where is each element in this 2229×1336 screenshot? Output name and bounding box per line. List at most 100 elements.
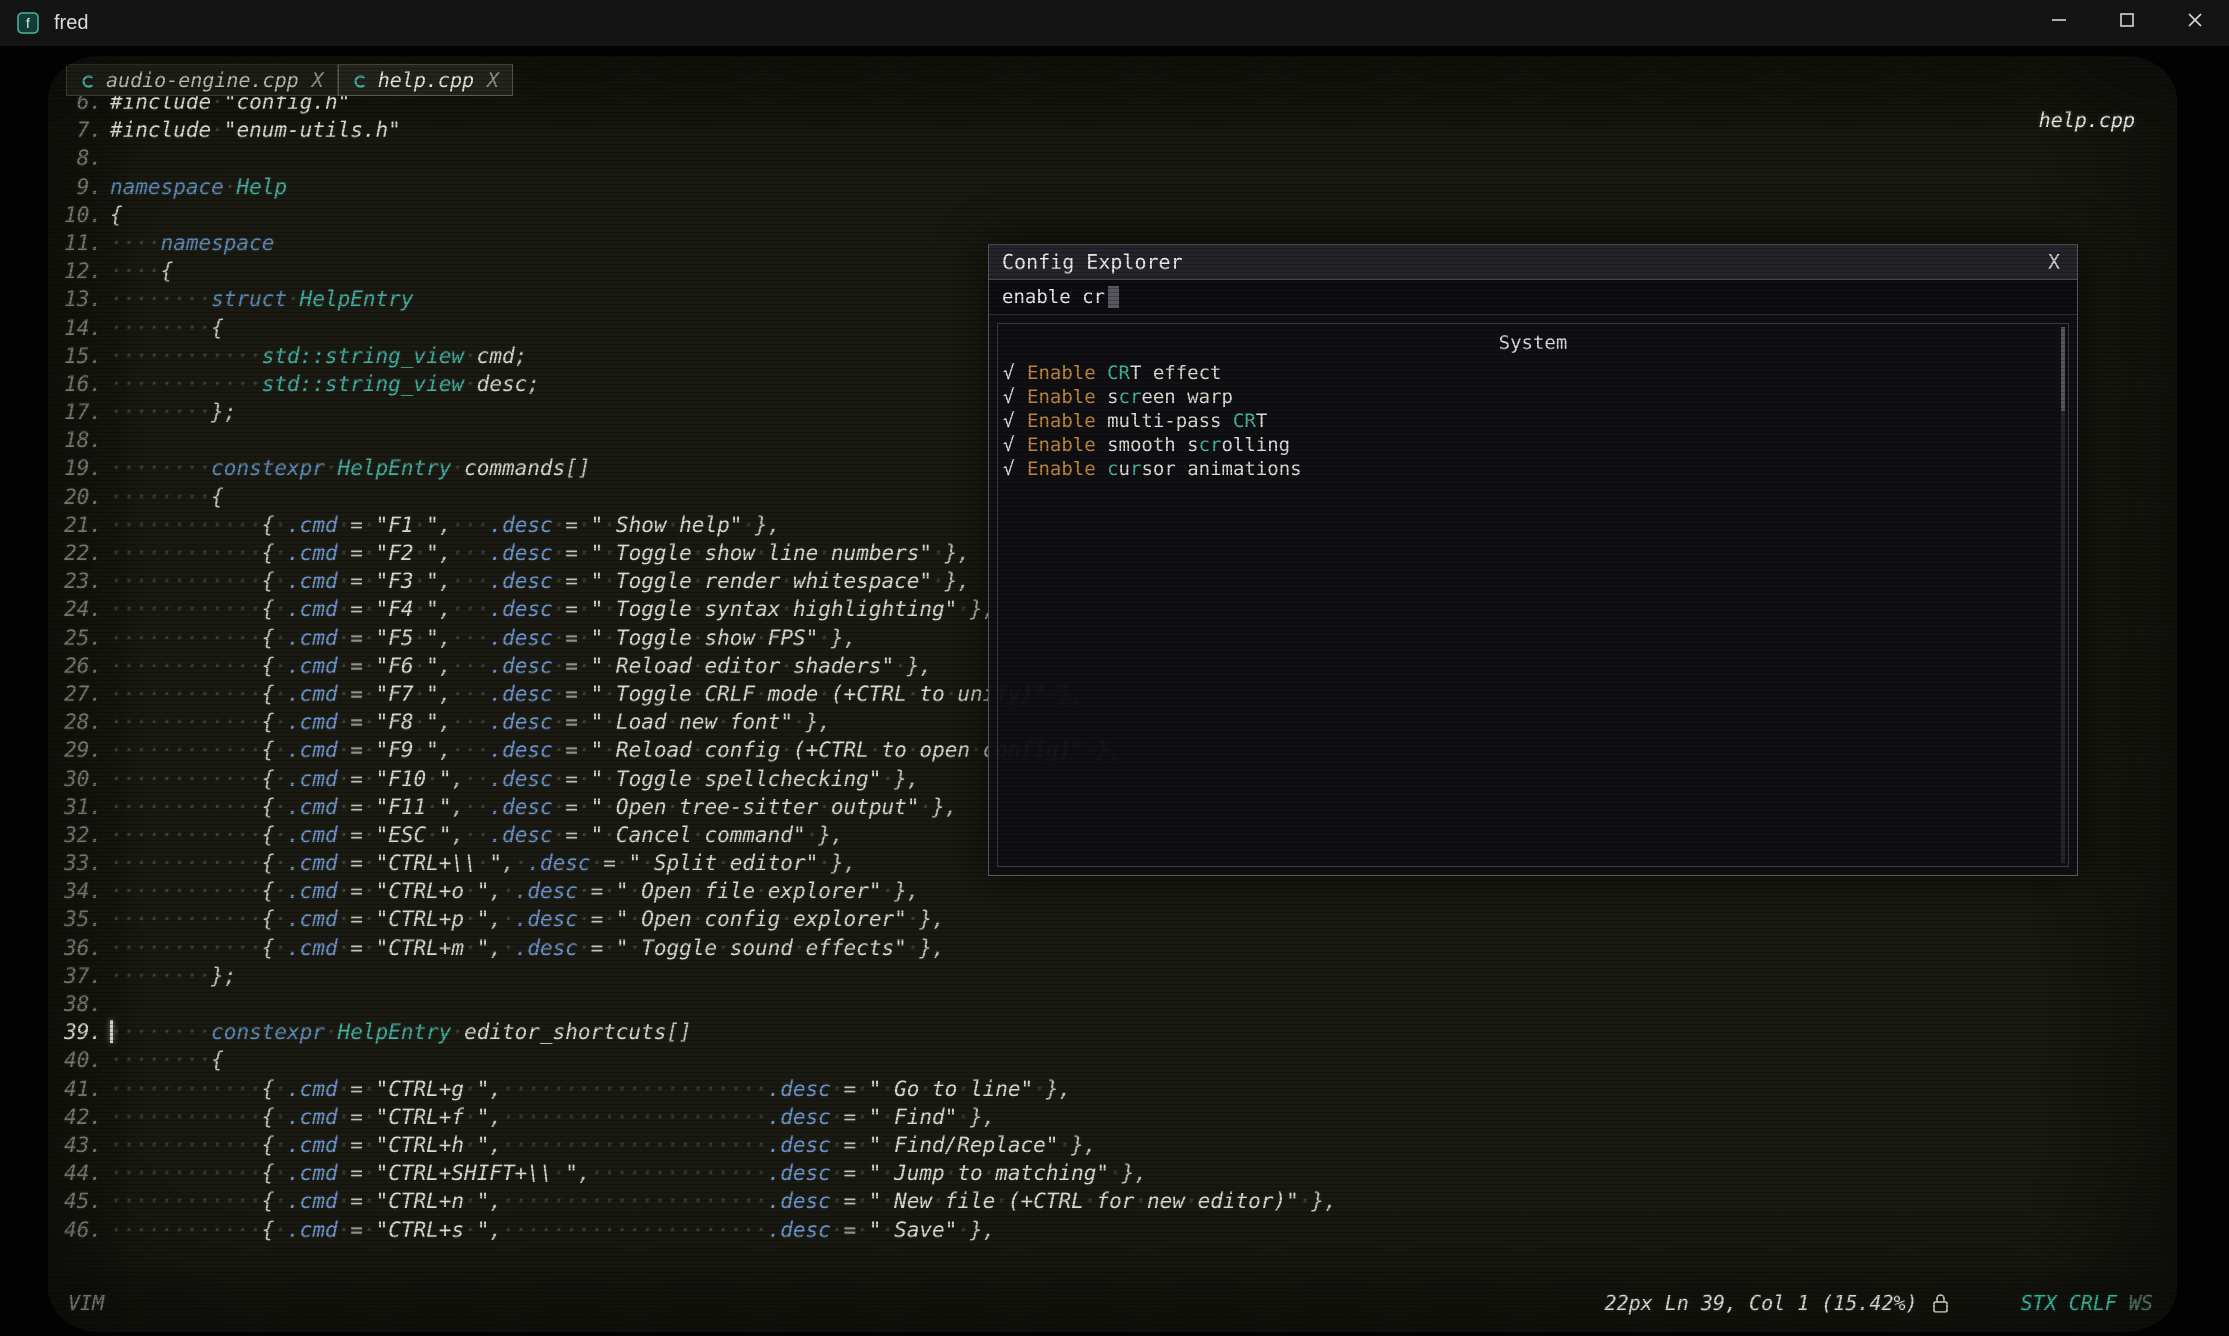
code-text: ········{: [110, 1046, 224, 1074]
code-text: ············{·.cmd·=·"CTRL+s·",·········…: [110, 1216, 995, 1244]
checkbox-checked-icon: √: [1003, 386, 1027, 408]
line-number: 20.: [58, 483, 102, 511]
code-text: ············{·.cmd·=·"CTRL+m·",·.desc·=·…: [110, 934, 945, 962]
window-title: fred: [54, 12, 88, 35]
code-line-36[interactable]: 36.············{·.cmd·=·"CTRL+m·",·.desc…: [58, 934, 1337, 962]
svg-text:f: f: [26, 15, 30, 31]
tab-audio-engine-cpp[interactable]: audio-engine.cpp X: [66, 64, 338, 96]
code-line-41[interactable]: 41.············{·.cmd·=·"CTRL+g·",······…: [58, 1075, 1337, 1103]
code-text: ············{·.cmd·=·"F9·",···.desc·=·"·…: [110, 736, 1122, 764]
code-line-10[interactable]: 10.{: [58, 201, 1337, 229]
code-line-7[interactable]: 7.#include·"enum-utils.h": [58, 116, 1337, 144]
checkbox-checked-icon: √: [1003, 434, 1027, 456]
tab-label: help.cpp: [378, 68, 474, 92]
line-number: 38.: [58, 990, 102, 1018]
line-number: 10.: [58, 201, 102, 229]
config-scrollbar[interactable]: [2061, 327, 2065, 863]
line-number: 16.: [58, 370, 102, 398]
code-line-40[interactable]: 40. ········{: [58, 1046, 1337, 1074]
code-text: ············{·.cmd·=·"F3·",···.desc·=·"·…: [110, 567, 970, 595]
line-number: 28.: [58, 708, 102, 736]
line-number: 35.: [58, 905, 102, 933]
config-item-list: √Enable CRT effect√Enable screen warp√En…: [998, 361, 2068, 481]
config-explorer-panel: Config Explorer X enable cr System √Enab…: [988, 244, 2078, 876]
editor-screen: 6.#include·"config.h"7.#include·"enum-ut…: [48, 56, 2177, 1332]
config-search-input[interactable]: enable cr: [989, 280, 2077, 315]
code-text: ············{·.cmd·=·"F2·",···.desc·=·"·…: [110, 539, 970, 567]
line-number: 24.: [58, 595, 102, 623]
line-number: 14.: [58, 314, 102, 342]
code-line-8[interactable]: 8.: [58, 144, 1337, 172]
line-number: 18.: [58, 426, 102, 454]
code-line-9[interactable]: 9.namespace·Help: [58, 173, 1337, 201]
config-item-3[interactable]: √Enable smooth scrolling: [998, 433, 2068, 457]
tab-label: audio-engine.cpp: [106, 68, 299, 92]
vim-mode-indicator: VIM: [68, 1291, 104, 1315]
status-bar: VIM 22px Ln 39, Col 1 (15.42%) STXCRLFWS: [48, 1286, 2177, 1320]
code-line-38[interactable]: 38.: [58, 990, 1337, 1018]
scrollbar-thumb[interactable]: [2061, 327, 2065, 411]
tab-close-button[interactable]: X: [487, 68, 499, 92]
status-flag-stx: STX: [2021, 1291, 2057, 1315]
line-number: 45.: [58, 1187, 102, 1215]
app-icon: f: [16, 11, 40, 35]
line-number: 41.: [58, 1075, 102, 1103]
tab-help-cpp[interactable]: help.cpp X: [338, 64, 513, 96]
code-line-37[interactable]: 37.········};: [58, 962, 1337, 990]
code-line-43[interactable]: 43.············{·.cmd·=·"CTRL+h·",······…: [58, 1131, 1337, 1159]
line-number: 25.: [58, 624, 102, 652]
filename-overlay: help.cpp: [2039, 108, 2135, 132]
code-text: ············std::string_view·desc;: [110, 370, 540, 398]
line-number: 34.: [58, 877, 102, 905]
maximize-icon: [2117, 10, 2137, 36]
close-icon: [2185, 10, 2205, 36]
code-text: ············std::string_view·cmd;: [110, 342, 527, 370]
line-number: 9.: [58, 173, 102, 201]
code-line-42[interactable]: 42.············{·.cmd·=·"CTRL+f·",······…: [58, 1103, 1337, 1131]
code-text: ············{·.cmd·=·"ESC·",··.desc·=·"·…: [110, 821, 844, 849]
line-number: 44.: [58, 1159, 102, 1187]
line-number: 8.: [58, 144, 102, 172]
code-line-34[interactable]: 34.············{·.cmd·=·"CTRL+o·",·.desc…: [58, 877, 1337, 905]
line-number: 29.: [58, 736, 102, 764]
line-number: 22.: [58, 539, 102, 567]
config-item-1[interactable]: √Enable screen warp: [998, 385, 2068, 409]
code-text: ············{·.cmd·=·"F6·",···.desc·=·"·…: [110, 652, 932, 680]
code-text: ············{·.cmd·=·"CTRL+h·",·········…: [110, 1131, 1096, 1159]
status-flag-ws: WS: [2129, 1291, 2153, 1315]
code-text: #include·"enum-utils.h": [110, 116, 401, 144]
code-line-39[interactable]: 39.········constexpr·HelpEntry·editor_sh…: [58, 1018, 1337, 1046]
code-line-45[interactable]: 45.············{·.cmd·=·"CTRL+n·",······…: [58, 1187, 1337, 1215]
window-controls: [2025, 0, 2229, 46]
cpp-file-icon: [352, 73, 369, 90]
line-number: 40.: [58, 1046, 102, 1074]
close-button[interactable]: [2161, 0, 2229, 46]
code-text: ········constexpr·HelpEntry·commands[]: [110, 454, 591, 482]
search-query-text: enable cr: [1002, 286, 1105, 308]
line-number: 15.: [58, 342, 102, 370]
checkbox-checked-icon: √: [1003, 458, 1027, 480]
line-number: 27.: [58, 680, 102, 708]
line-number: 26.: [58, 652, 102, 680]
code-line-35[interactable]: 35.············{·.cmd·=·"CTRL+p·",·.desc…: [58, 905, 1337, 933]
config-item-2[interactable]: √Enable multi-pass CRT: [998, 409, 2068, 433]
status-flags: STXCRLFWS: [2021, 1291, 2153, 1315]
minimize-button[interactable]: [2025, 0, 2093, 46]
line-number: 42.: [58, 1103, 102, 1131]
config-close-button[interactable]: X: [2044, 250, 2064, 274]
config-item-label: Enable cursor animations: [1027, 458, 1302, 480]
code-text: ········};: [110, 962, 236, 990]
line-number: 23.: [58, 567, 102, 595]
code-text: ····namespace: [110, 229, 274, 257]
maximize-button[interactable]: [2093, 0, 2161, 46]
line-number: 21.: [58, 511, 102, 539]
line-number: 46.: [58, 1216, 102, 1244]
line-number: 39.: [58, 1018, 102, 1046]
config-item-4[interactable]: √Enable cursor animations: [998, 457, 2068, 481]
tab-bar: audio-engine.cpp Xhelp.cpp X: [66, 64, 513, 96]
code-line-44[interactable]: 44.············{·.cmd·=·"CTRL+SHIFT+\\·"…: [58, 1159, 1337, 1187]
code-line-46[interactable]: 46. ············{·.cmd·=·"CTRL+s·",······…: [58, 1216, 1337, 1244]
config-list-container: System √Enable CRT effect√Enable screen …: [997, 323, 2069, 867]
tab-close-button[interactable]: X: [312, 68, 324, 92]
config-item-0[interactable]: √Enable CRT effect: [998, 361, 2068, 385]
